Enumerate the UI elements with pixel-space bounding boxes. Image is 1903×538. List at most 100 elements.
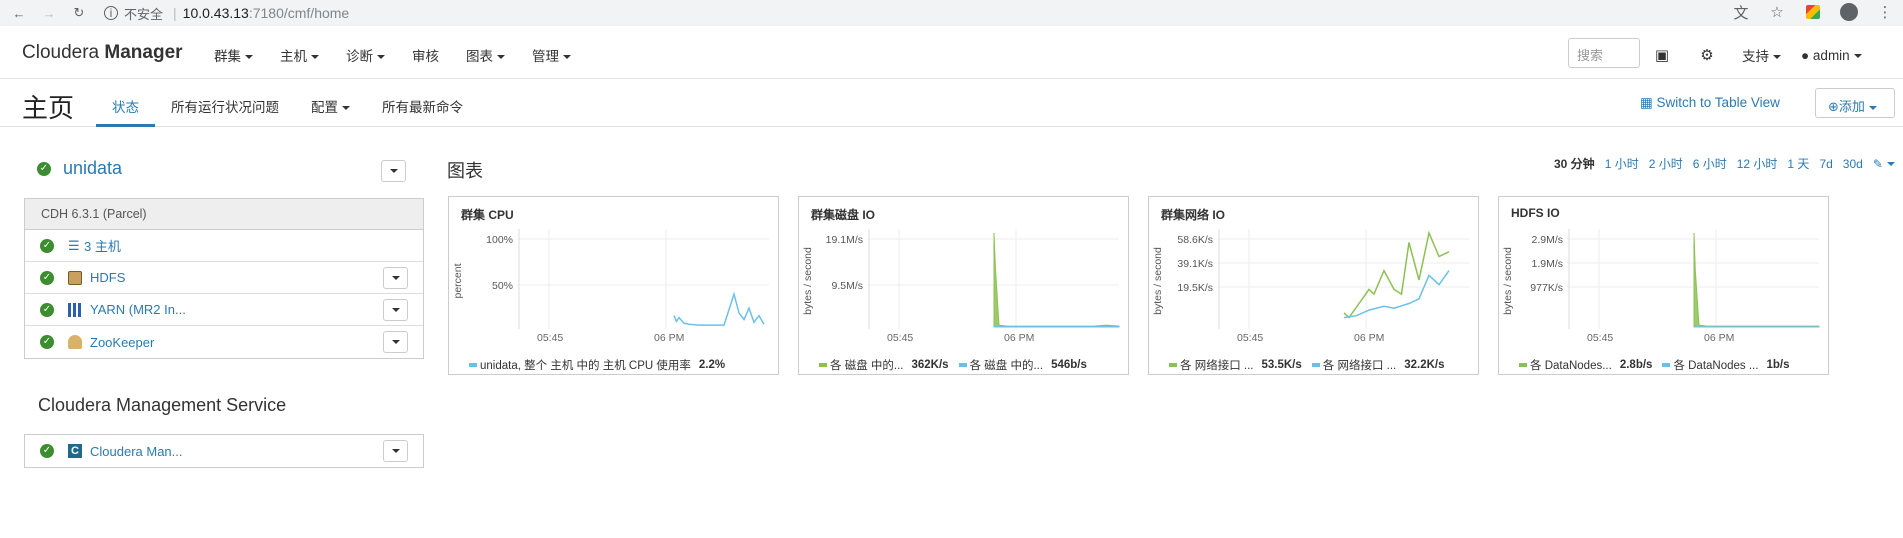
translate-icon[interactable]: 文 (1731, 2, 1751, 22)
service-actions-button[interactable] (383, 440, 408, 462)
info-icon[interactable]: i (104, 6, 118, 20)
hdfs-icon (68, 270, 82, 285)
legend-series-value: 2.2% (698, 359, 726, 371)
chart-svg: percent 100% 50% 05:45 06 PM (452, 229, 769, 344)
legend-series-name[interactable]: 各 DataNodes... (1530, 357, 1612, 373)
range-7d[interactable]: 7d (1819, 157, 1832, 171)
service-link-hdfs[interactable]: HDFS (90, 270, 125, 285)
chevron-down-icon (497, 55, 505, 60)
extension-icon[interactable] (1803, 2, 1823, 22)
y-axis-label: percent (452, 263, 464, 298)
service-link-hosts[interactable]: 3 主机 (84, 236, 121, 255)
legend-series-name[interactable]: unidata, 整个 主机 中的 主机 CPU 使用率 (480, 357, 691, 373)
menu-clusters[interactable]: 群集 (214, 45, 253, 65)
range-30d[interactable]: 30d (1843, 157, 1863, 171)
back-icon[interactable]: ← (8, 2, 30, 24)
x-tick-label: 06 PM (1004, 332, 1034, 344)
profile-icon[interactable] (1839, 2, 1859, 22)
menu-audits[interactable]: 审核 (412, 45, 439, 65)
chart-cluster-network-io[interactable]: 群集网络 IO bytes / second 58.6K/s 39.1K/s 19.5… (1148, 196, 1479, 375)
add-label: 添加 (1838, 99, 1865, 114)
tab-configuration[interactable]: 配置 (295, 80, 366, 127)
more-menu-icon[interactable]: ⋮ (1875, 2, 1895, 22)
menu-charts[interactable]: 图表 (466, 45, 505, 65)
series-area (1693, 232, 1820, 328)
yarn-icon (68, 302, 82, 317)
legend-series-name[interactable]: 各 网络接口 ... (1323, 357, 1396, 373)
chart-hdfs-io[interactable]: HDFS IO bytes / second 2.9M/s 1.9M/s 977K/s… (1498, 196, 1829, 375)
service-link-cms[interactable]: Cloudera Man... (90, 444, 183, 459)
address-bar[interactable]: i 不安全 | 10.0.43.13:7180/cmf/home (104, 2, 1754, 24)
user-menu[interactable]: ● admin (1801, 48, 1862, 63)
x-tick-label: 05:45 (537, 332, 563, 344)
tab-health-issues[interactable]: 所有运行状况问题 (155, 80, 295, 127)
legend-series-name[interactable]: 各 DataNodes ... (1673, 357, 1758, 373)
range-12h[interactable]: 12 小时 (1737, 155, 1778, 172)
chart-legend: 各 DataNodes... 2.8b/s 各 DataNodes ... 1b/s (1519, 357, 1799, 373)
range-1d[interactable]: 1 天 (1787, 155, 1809, 172)
running-commands-icon[interactable]: ⚙ (1697, 46, 1717, 64)
page-header: 主页 状态 所有运行状况问题 配置 所有最新命令 ▦ Switch to Tab… (0, 80, 1903, 127)
support-menu[interactable]: 支持 (1742, 45, 1781, 65)
menu-diagnostics-label: 诊断 (346, 49, 373, 64)
check-icon: ✓ (40, 444, 54, 458)
y-tick-label: 19.5K/s (1177, 282, 1213, 294)
range-2h[interactable]: 2 小时 (1649, 155, 1683, 172)
chevron-down-icon (391, 449, 400, 453)
chart-cluster-disk-io[interactable]: 群集磁盘 IO bytes / second 19.1M/s 9.5M/s 05:45… (798, 196, 1129, 375)
star-icon[interactable]: ☆ (1767, 2, 1787, 22)
chart-legend: 各 网络接口 ... 53.5K/s 各 网络接口 ... 32.2K/s (1169, 357, 1455, 373)
menu-admin[interactable]: 管理 (532, 45, 571, 65)
service-actions-button[interactable] (383, 299, 408, 321)
legend-series-name[interactable]: 各 磁盘 中的... (830, 357, 903, 373)
chart-svg: bytes / second 19.1M/s 9.5M/s 05:45 06 PM (802, 229, 1120, 344)
service-link-yarn[interactable]: YARN (MR2 In... (90, 302, 186, 317)
service-row-hosts: ✓ ☰ 3 主机 (25, 230, 423, 262)
brand-logo[interactable]: Cloudera Manager (22, 42, 183, 64)
edit-pencil-icon[interactable]: ✎ (1873, 157, 1895, 171)
chevron-down-icon (391, 276, 400, 280)
chart-legend: unidata, 整个 主机 中的 主机 CPU 使用率 2.2% (469, 357, 735, 373)
reload-icon[interactable]: ↻ (68, 2, 90, 24)
cluster-actions-button[interactable] (381, 160, 406, 182)
chevron-down-icon (391, 308, 400, 312)
chevron-down-icon (1853, 53, 1862, 58)
x-tick-label: 06 PM (1354, 332, 1384, 344)
legend-series-name[interactable]: 各 磁盘 中的... (970, 357, 1043, 373)
chevron-down-icon (391, 340, 400, 344)
service-actions-button[interactable] (383, 331, 408, 353)
chevron-down-icon (389, 169, 398, 173)
x-tick-label: 06 PM (654, 332, 684, 344)
add-button[interactable]: ⊕添加 (1815, 88, 1895, 118)
check-icon: ✓ (37, 161, 51, 176)
y-axis-label: bytes / second (1152, 247, 1164, 315)
service-link-zookeeper[interactable]: ZooKeeper (90, 335, 154, 350)
menu-hosts[interactable]: 主机 (280, 45, 319, 65)
y-tick-label: 1.9M/s (1531, 258, 1563, 270)
series-area (993, 232, 1120, 328)
url-separator: | (173, 5, 177, 21)
search-input[interactable]: 搜索 (1568, 38, 1640, 68)
range-30m[interactable]: 30 分钟 (1554, 155, 1595, 172)
y-axis-label: bytes / second (802, 247, 814, 315)
menu-charts-label: 图表 (466, 49, 493, 64)
tab-status[interactable]: 状态 (96, 80, 155, 127)
table-icon: ▦ (1640, 95, 1653, 110)
tab-recent-commands[interactable]: 所有最新命令 (366, 80, 479, 127)
service-actions-button[interactable] (383, 267, 408, 289)
parcel-icon[interactable]: ▣ (1652, 46, 1672, 64)
chevron-down-icon (377, 55, 385, 60)
menu-diagnostics[interactable]: 诊断 (346, 45, 385, 65)
chevron-down-icon (1868, 105, 1877, 110)
legend-series-name[interactable]: 各 网络接口 ... (1180, 357, 1253, 373)
switch-table-view-link[interactable]: ▦ Switch to Table View (1640, 95, 1780, 111)
range-1h[interactable]: 1 小时 (1605, 155, 1639, 172)
forward-icon[interactable]: → (38, 2, 60, 24)
cluster-name-link[interactable]: unidata (63, 158, 122, 179)
range-6h[interactable]: 6 小时 (1693, 155, 1727, 172)
menu-audits-label: 审核 (412, 49, 439, 64)
cluster-version: CDH 6.3.1 (Parcel) (25, 199, 423, 230)
brand-bold: Manager (104, 42, 183, 63)
chart-cluster-cpu[interactable]: 群集 CPU percent 100% 50% 05:45 06 PM unidata, … (448, 196, 779, 375)
cloudera-icon: C (68, 444, 82, 458)
